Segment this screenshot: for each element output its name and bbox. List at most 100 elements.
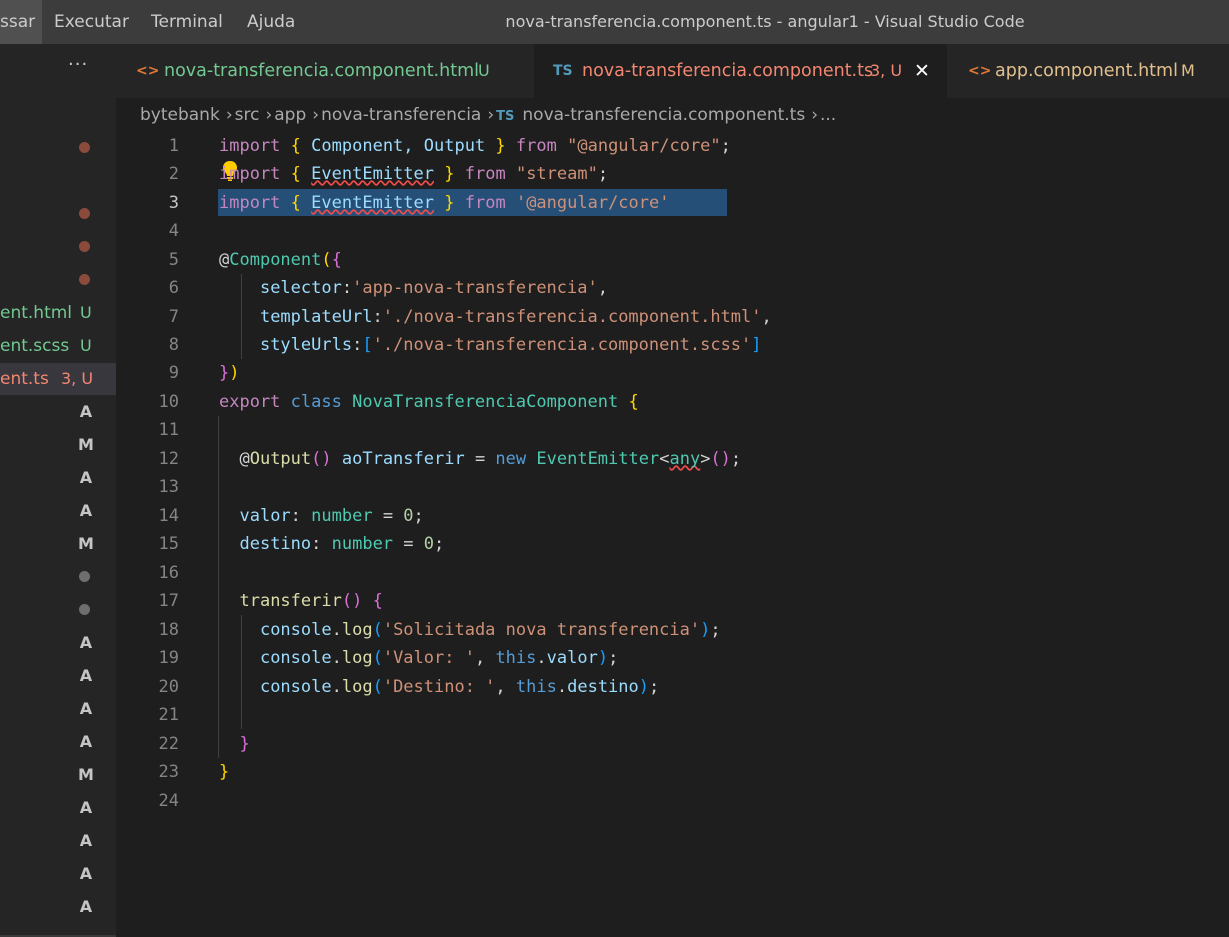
line-number: 17 bbox=[158, 591, 179, 611]
line-number: 15 bbox=[158, 534, 179, 554]
git-status-letter: A bbox=[79, 732, 93, 751]
line-number: 3 bbox=[168, 193, 179, 213]
line-number: 13 bbox=[158, 477, 179, 497]
code-line: 23} bbox=[116, 758, 1229, 786]
number: 0 bbox=[423, 534, 435, 554]
menu-selection[interactable]: ssar bbox=[0, 0, 42, 44]
modified-dot-icon bbox=[79, 241, 90, 252]
string: "stream" bbox=[515, 164, 598, 184]
close-icon[interactable]: ✕ bbox=[914, 44, 930, 98]
code-editor[interactable]: 1 import { Component, Output } from "@ang… bbox=[116, 132, 1229, 937]
menu-help[interactable]: Ajuda bbox=[247, 0, 295, 44]
string: 'Valor: ' bbox=[382, 648, 475, 668]
line-number: 23 bbox=[158, 762, 179, 782]
file-item-ts[interactable]: ent.ts 3, U bbox=[0, 363, 116, 395]
git-status-letter: A bbox=[79, 831, 93, 850]
file-item-scss[interactable]: ent.scss U bbox=[0, 330, 116, 362]
identifier: console bbox=[259, 677, 332, 697]
modified-dot-icon bbox=[79, 142, 90, 153]
chevron-right-icon: › bbox=[487, 105, 495, 125]
html-file-icon: <> bbox=[968, 63, 992, 79]
code-line: 1 import { Component, Output } from "@ang… bbox=[116, 132, 1229, 160]
breadcrumb-item[interactable]: src bbox=[235, 105, 260, 125]
file-status: U bbox=[80, 303, 92, 322]
breadcrumb: bytebank › src › app › nova-transferencia › TS no… bbox=[140, 98, 838, 132]
chevron-right-icon: › bbox=[811, 105, 818, 125]
tab-label: app.component.html bbox=[995, 61, 1178, 81]
breadcrumb-item[interactable]: app bbox=[274, 105, 306, 125]
typescript-file-icon: TS bbox=[496, 109, 515, 124]
decorator: Output bbox=[249, 449, 312, 469]
git-status-letter: M bbox=[78, 534, 94, 553]
file-item-html[interactable]: ent.html U bbox=[0, 297, 116, 329]
line-number: 21 bbox=[158, 705, 179, 725]
git-status-letter: M bbox=[78, 435, 94, 454]
property: destino bbox=[567, 677, 639, 697]
code-line: 11 bbox=[116, 416, 1229, 444]
breadcrumb-item[interactable]: nova-transferencia.component.ts bbox=[522, 105, 805, 125]
tab-status: U bbox=[478, 61, 490, 80]
property: valor bbox=[239, 506, 291, 526]
tab-label: nova-transferencia.component.html bbox=[164, 61, 479, 81]
file-status: 3, U bbox=[61, 369, 94, 388]
keyword: class bbox=[290, 392, 342, 412]
line-number: 1 bbox=[168, 136, 179, 156]
keyword: import bbox=[219, 164, 281, 184]
line-number: 20 bbox=[158, 677, 179, 697]
line-number: 24 bbox=[158, 791, 179, 811]
git-status-letter: A bbox=[79, 897, 93, 916]
function-name: log bbox=[341, 677, 373, 697]
property: styleUrls bbox=[259, 335, 353, 355]
chevron-right-icon: › bbox=[265, 105, 273, 125]
code-line: 21 bbox=[116, 701, 1229, 729]
line-number: 14 bbox=[158, 506, 179, 526]
menu-run[interactable]: Executar bbox=[54, 0, 129, 44]
identifier: EventEmitter bbox=[311, 193, 434, 213]
chevron-right-icon: › bbox=[225, 105, 233, 125]
code-line: 13 bbox=[116, 473, 1229, 501]
code-line: 8 styleUrls:['./nova-transferencia.compo… bbox=[116, 331, 1229, 359]
keyword: export bbox=[219, 392, 281, 412]
line-number: 5 bbox=[168, 250, 179, 270]
keyword: import bbox=[219, 193, 281, 213]
git-status-letter: M bbox=[78, 765, 94, 784]
modified-dot-icon bbox=[79, 208, 90, 219]
string: 'Solicitada nova transferencia' bbox=[382, 620, 701, 640]
more-actions-icon[interactable]: ··· bbox=[68, 54, 88, 75]
function-name: log bbox=[341, 648, 373, 668]
line-number: 2 bbox=[168, 164, 179, 184]
identifier: console bbox=[259, 620, 332, 640]
tab-component-ts[interactable]: TS nova-transferencia.component.ts 3, U … bbox=[534, 44, 947, 98]
line-number: 18 bbox=[158, 620, 179, 640]
code-line: 19 console.log('Valor: ', this.valor); bbox=[116, 644, 1229, 672]
git-status-letter: A bbox=[79, 468, 93, 487]
type: any bbox=[669, 449, 701, 469]
tab-app-component-html[interactable]: <> app.component.html M bbox=[947, 44, 1229, 98]
git-status-letter: A bbox=[79, 666, 93, 685]
identifier: Component, Output bbox=[311, 136, 486, 156]
string: './nova-transferencia.component.html' bbox=[382, 307, 762, 327]
string: "@angular/core" bbox=[567, 136, 721, 156]
string: './nova-transferencia.component.scss' bbox=[372, 335, 752, 355]
tab-bar: <> nova-transferencia.component.html U T… bbox=[116, 44, 1229, 98]
tab-component-html[interactable]: <> nova-transferencia.component.html U bbox=[116, 44, 534, 98]
menu-terminal[interactable]: Terminal bbox=[151, 0, 223, 44]
keyword: from bbox=[515, 136, 557, 156]
file-name: ent.scss bbox=[0, 336, 70, 356]
folder-dot-icon bbox=[79, 604, 90, 615]
breadcrumb-item[interactable]: nova-transferencia bbox=[321, 105, 481, 125]
function-name: transferir bbox=[239, 591, 342, 611]
line-number: 4 bbox=[168, 221, 179, 241]
code-line: 24 bbox=[116, 787, 1229, 815]
breadcrumb-item[interactable]: bytebank bbox=[140, 105, 220, 125]
code-line: 10 export class NovaTransferenciaComponen… bbox=[116, 388, 1229, 416]
line-number: 22 bbox=[158, 734, 179, 754]
class-name: EventEmitter bbox=[536, 449, 660, 469]
breadcrumb-item[interactable]: ... bbox=[820, 105, 836, 125]
string: 'app-nova-transferencia' bbox=[352, 278, 598, 298]
code-line: 15 destino: number = 0; bbox=[116, 530, 1229, 558]
string: '@angular/core' bbox=[515, 193, 670, 213]
code-line: 22 } bbox=[116, 730, 1229, 758]
property: aoTransferir bbox=[341, 449, 465, 469]
property: selector bbox=[259, 278, 342, 298]
